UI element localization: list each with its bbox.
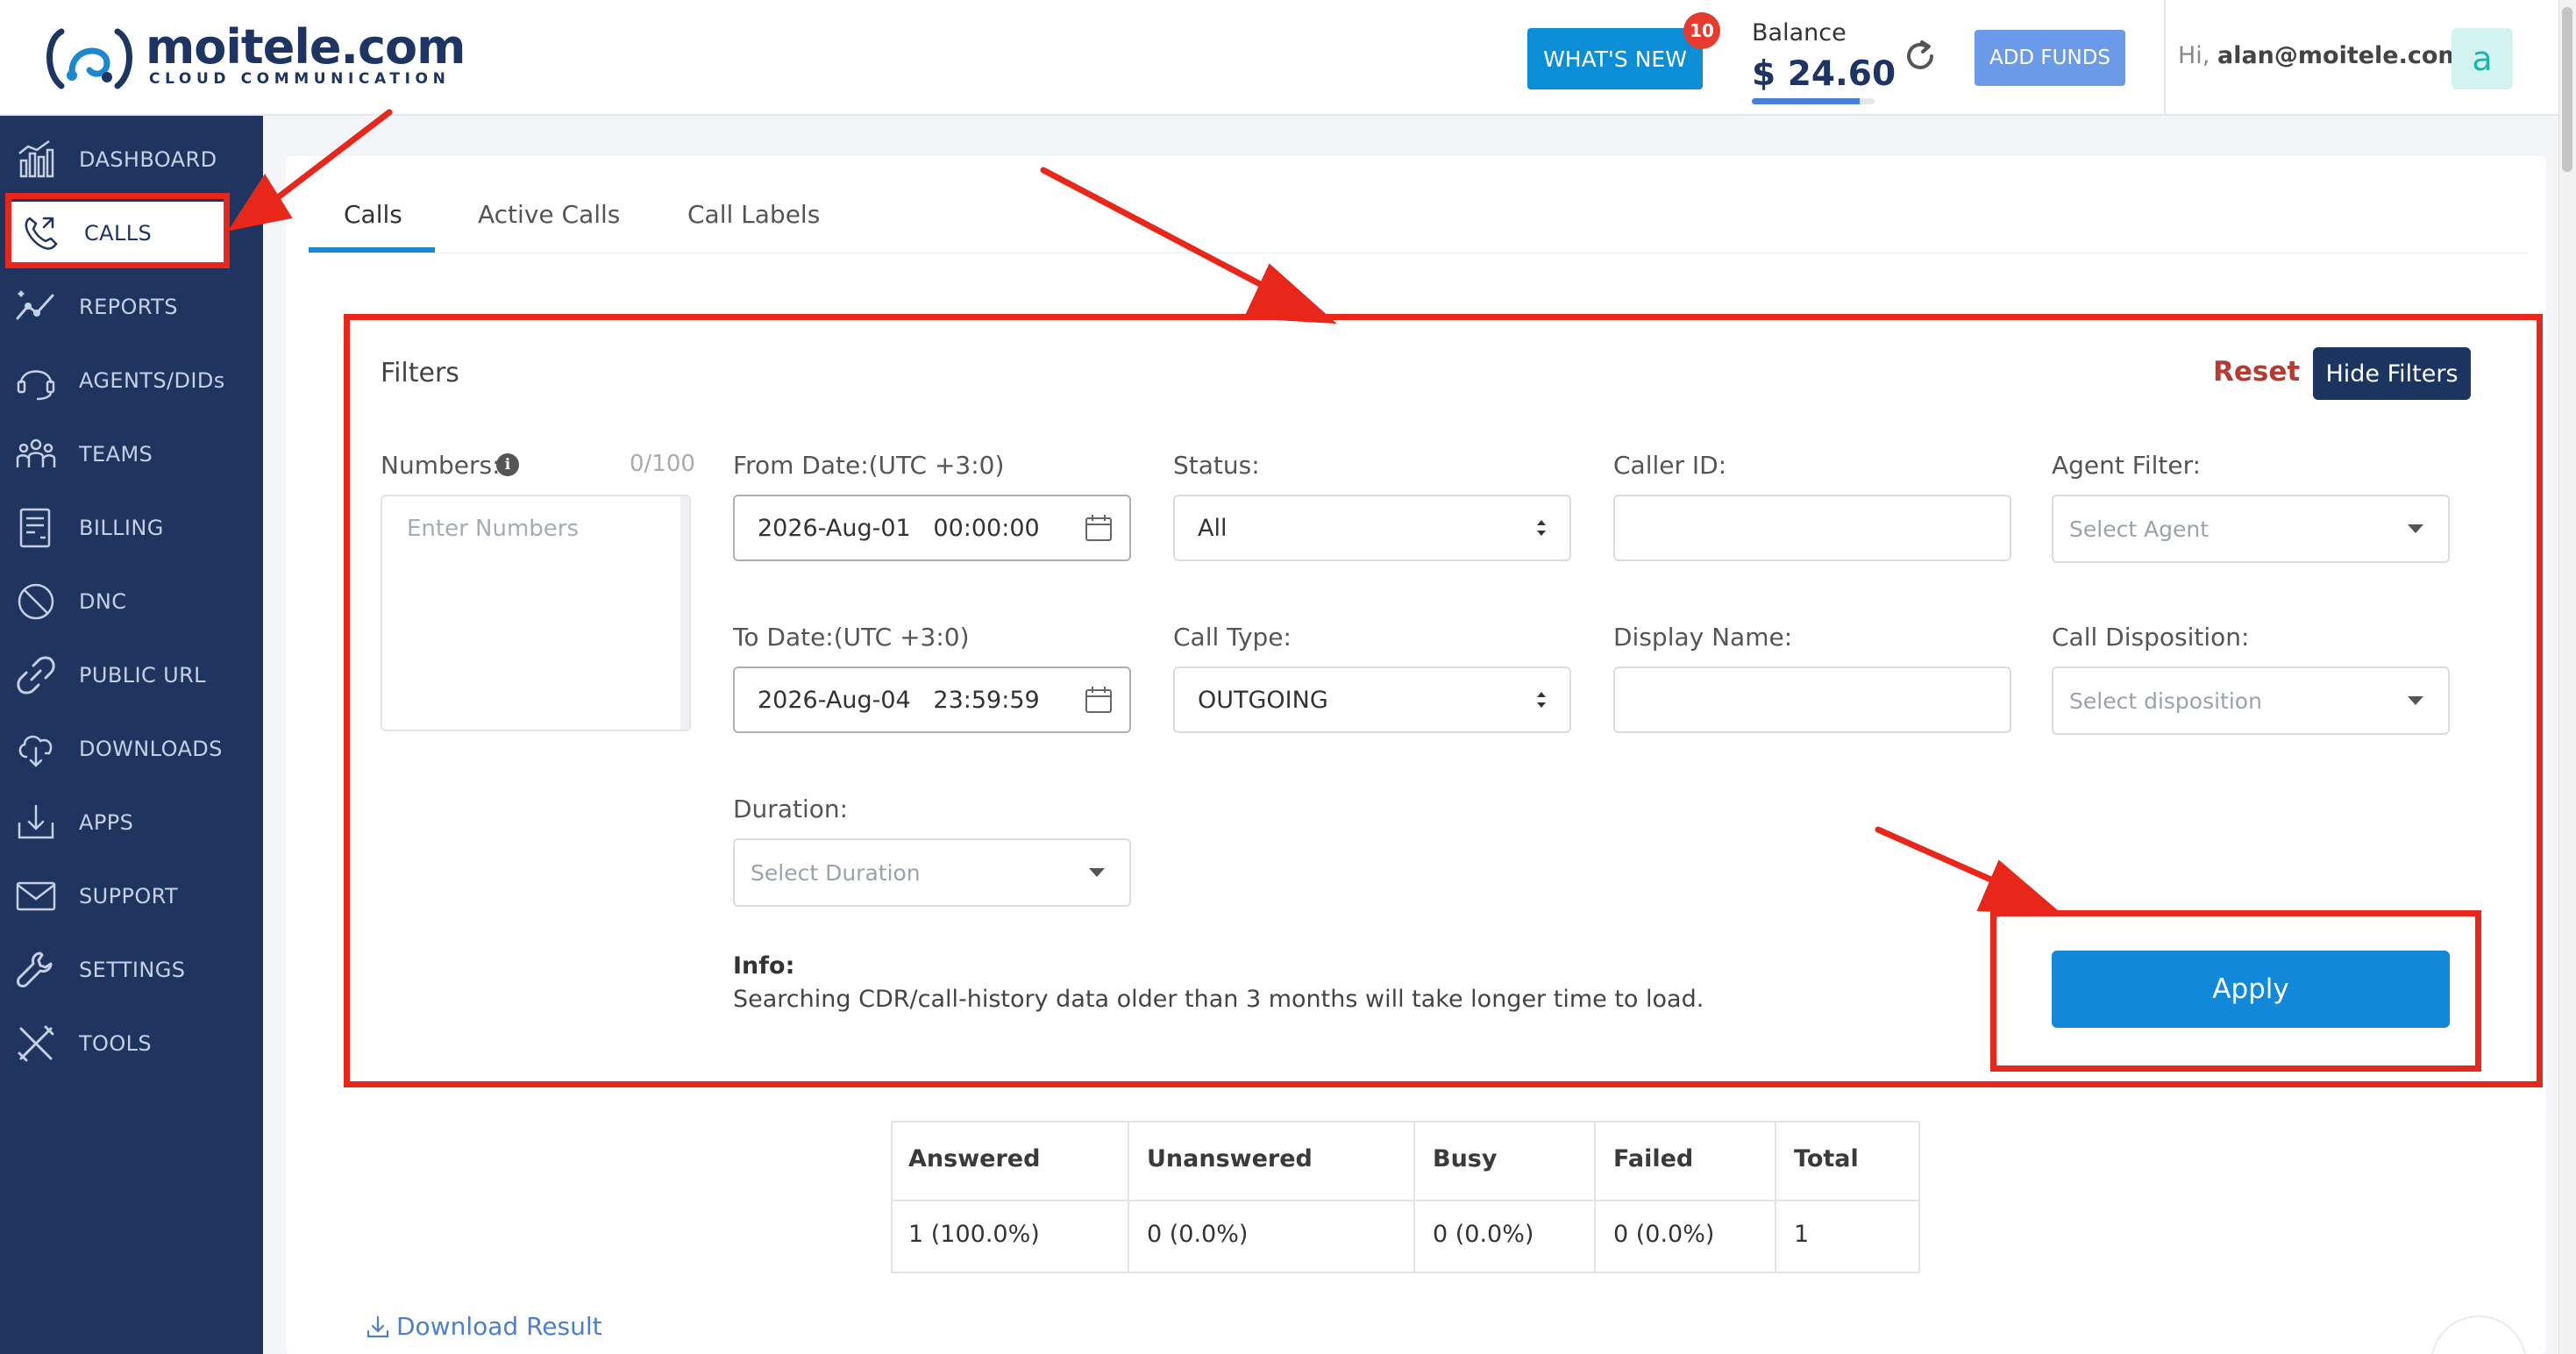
arrowhead-apply (1976, 859, 2063, 916)
arrow-to-filters (1040, 167, 1284, 298)
arrow-to-calls (260, 109, 393, 212)
arrowhead-filters (1243, 263, 1337, 324)
arrowhead-calls (227, 174, 293, 232)
annotation-arrows (227, 109, 2063, 916)
